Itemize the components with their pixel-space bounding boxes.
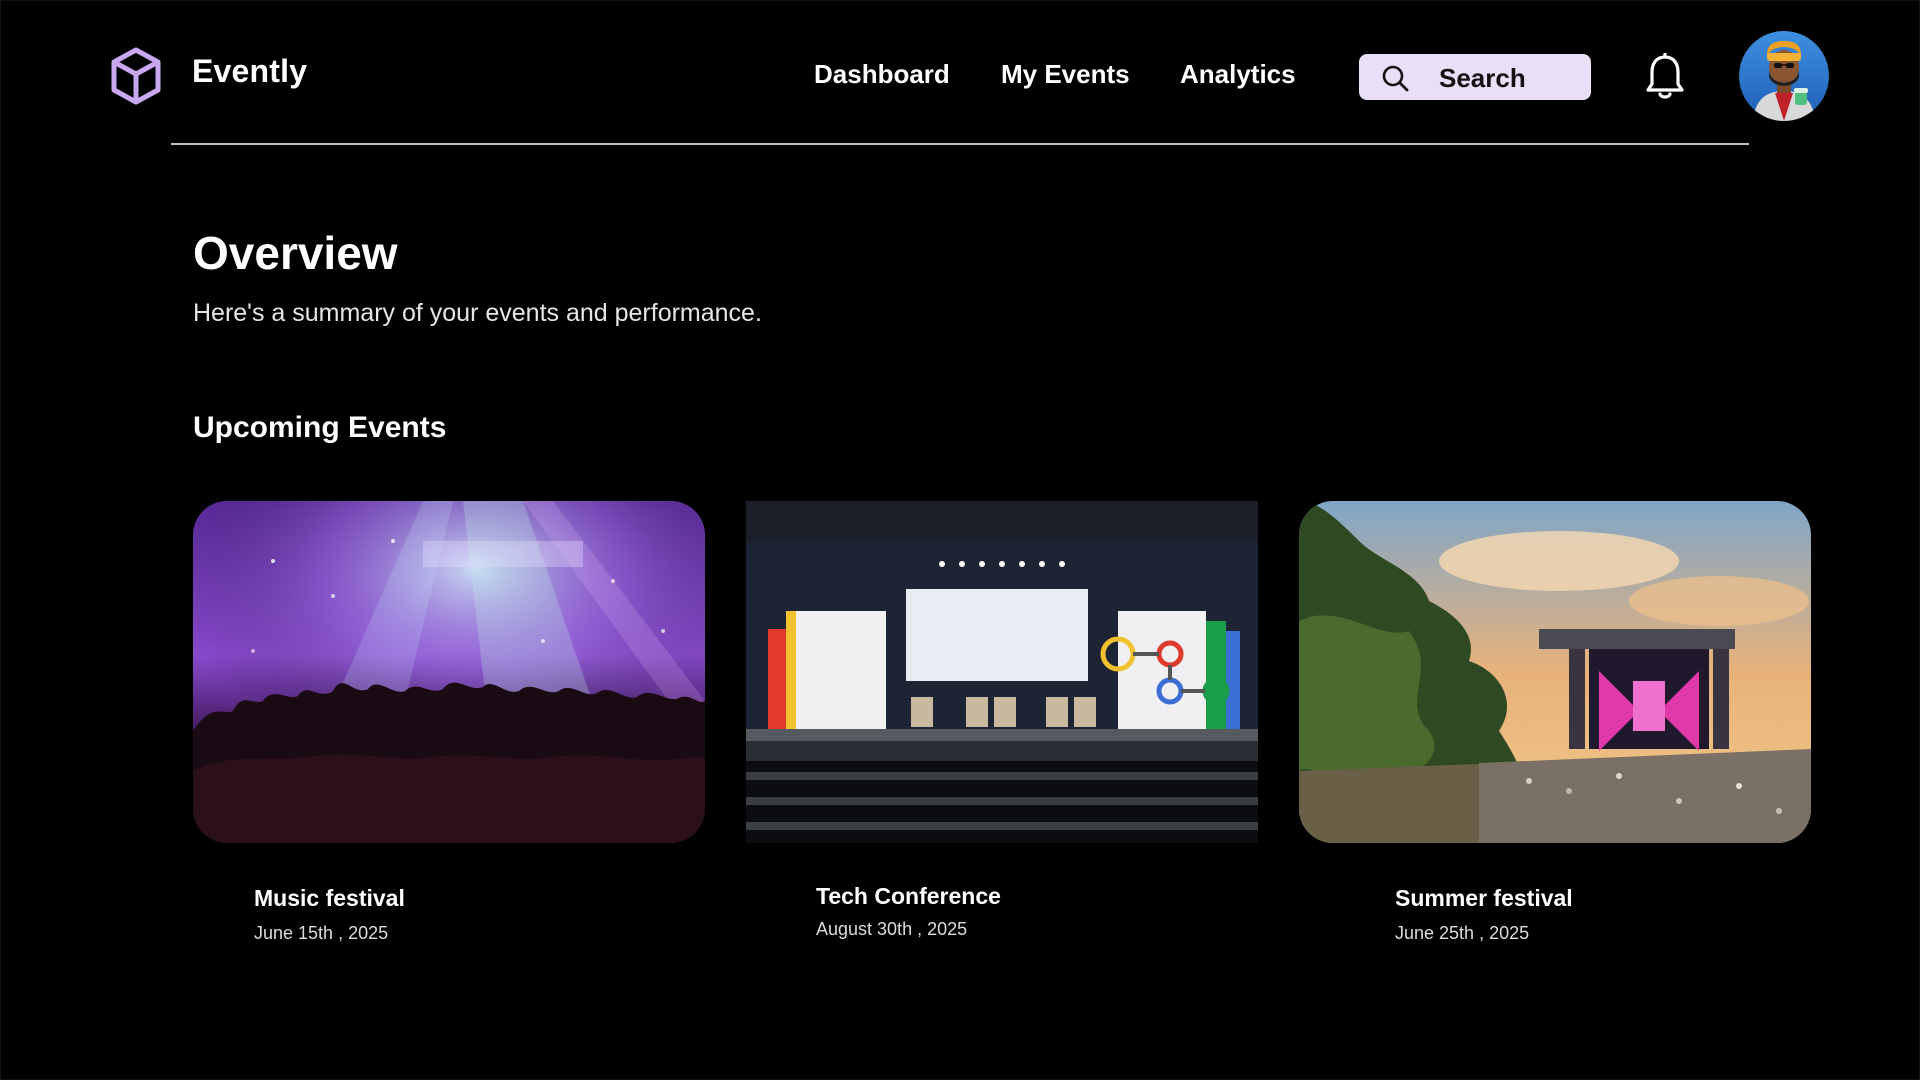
header-divider <box>171 143 1749 145</box>
event-card-image-tech-conference[interactable] <box>746 501 1258 843</box>
outdoor-festival-photo <box>1299 501 1811 843</box>
nav-analytics[interactable]: Analytics <box>1180 59 1296 90</box>
event-card-image-summer-festival[interactable] <box>1299 501 1811 843</box>
avatar[interactable] <box>1739 31 1829 121</box>
event-date-summer-festival: June 25th , 2025 <box>1395 923 1530 943</box>
app-window: Evently Dashboard My Events Analytics Se… <box>0 0 1920 1080</box>
event-date-tech-conference: August 30th , 2025 <box>816 919 968 939</box>
cube-icon[interactable] <box>109 46 163 106</box>
search-box[interactable]: Search <box>1359 54 1591 100</box>
nav-dashboard[interactable]: Dashboard <box>814 59 950 90</box>
search-icon <box>1382 65 1409 92</box>
page-title: Overview <box>193 227 398 279</box>
brand-name[interactable]: Evently <box>192 53 307 90</box>
bell-icon[interactable] <box>1644 53 1686 101</box>
profile-illustration <box>1739 31 1829 121</box>
event-name-tech-conference[interactable]: Tech Conference <box>816 883 1001 910</box>
event-date-music-festival: June 15th , 2025 <box>254 923 389 943</box>
concert-crowd-photo <box>193 501 705 843</box>
event-card-image-music-festival[interactable] <box>193 501 705 843</box>
page-subtitle: Here's a summary of your events and perf… <box>193 299 762 327</box>
event-name-music-festival[interactable]: Music festival <box>254 885 405 912</box>
upcoming-events-heading: Upcoming Events <box>193 411 447 444</box>
conference-stage-photo <box>746 501 1258 843</box>
search-label: Search <box>1439 63 1526 93</box>
event-name-summer-festival[interactable]: Summer festival <box>1395 885 1573 912</box>
nav-my-events[interactable]: My Events <box>1001 59 1130 90</box>
